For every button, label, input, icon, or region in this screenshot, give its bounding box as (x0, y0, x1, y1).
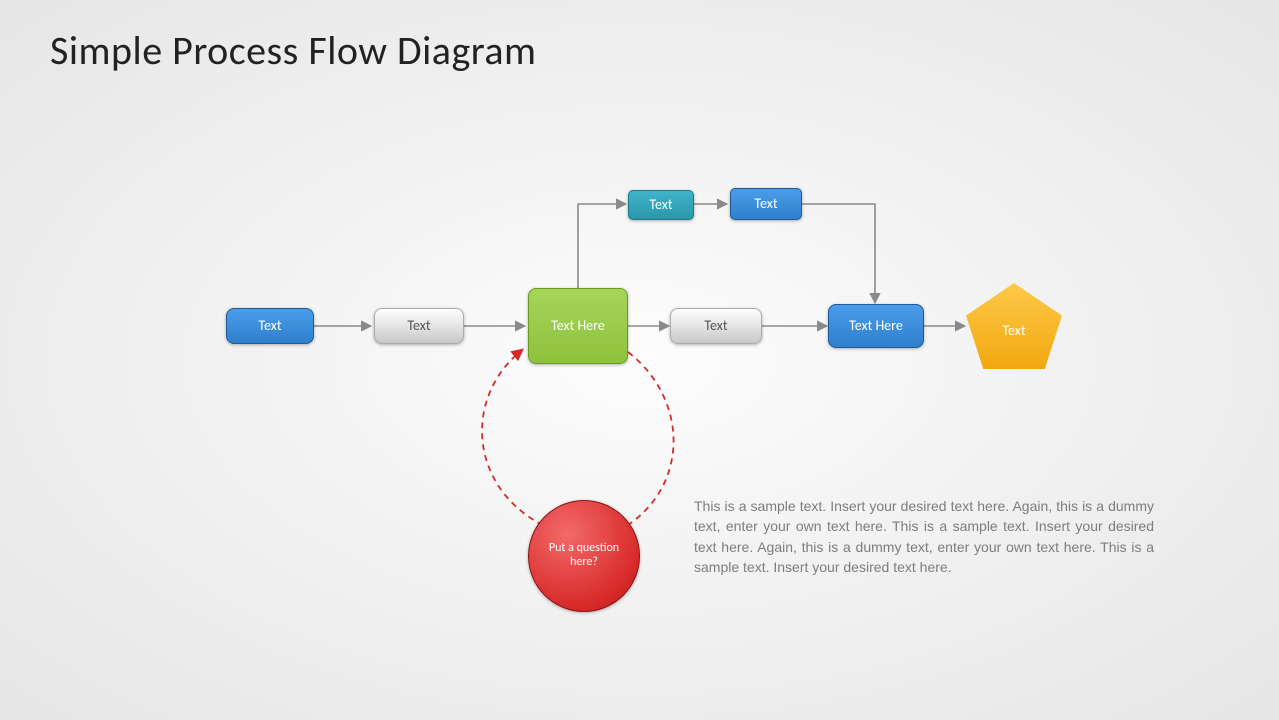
node-green-center: Text Here (528, 288, 628, 364)
node-blue-2: Text Here (828, 304, 924, 348)
node-label: Text (407, 318, 430, 334)
node-label: Put a question here? (537, 542, 631, 570)
node-end-pentagon: Text (966, 283, 1062, 369)
connector-lines (0, 0, 1279, 720)
node-question-circle: Put a question here? (528, 500, 640, 612)
node-label: Text (754, 196, 777, 212)
node-label: Text Here (551, 318, 605, 334)
sample-body-text: This is a sample text. Insert your desir… (694, 496, 1154, 577)
node-label: Text (966, 283, 1062, 369)
node-start-blue: Text (226, 308, 314, 344)
node-label: Text (704, 318, 727, 334)
node-label: Text (258, 318, 281, 334)
node-top-blue: Text (730, 188, 802, 220)
node-grey-2: Text (670, 308, 762, 344)
node-top-teal: Text (628, 190, 694, 220)
diagram-stage: Text Text Text Here Text Text Here Text … (0, 0, 1279, 720)
node-label: Text Here (849, 318, 903, 334)
node-label: Text (649, 197, 672, 213)
node-grey-1: Text (374, 308, 464, 344)
